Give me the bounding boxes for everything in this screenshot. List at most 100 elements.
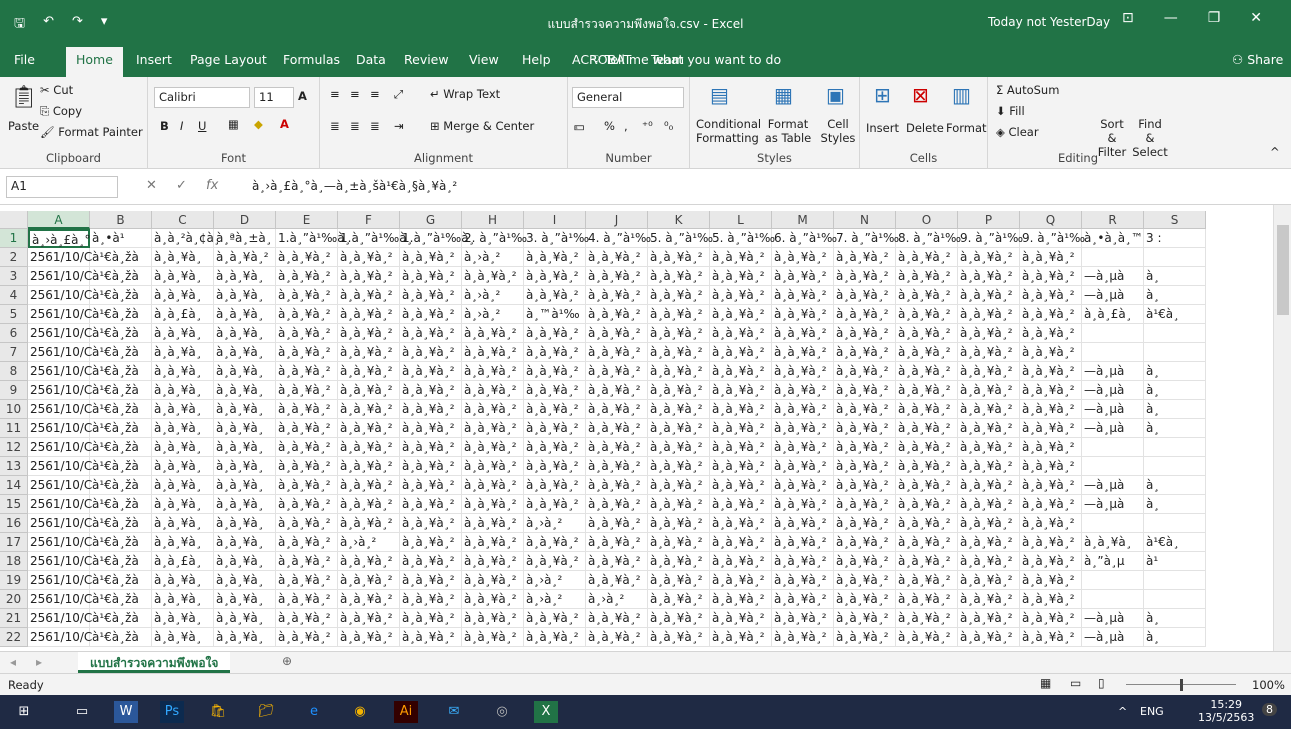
cell[interactable]: à¸à¸¥à¸² <box>462 381 524 400</box>
cell[interactable]: à¸à¸¥à¸² <box>958 514 1020 533</box>
cell[interactable]: 1.à¸”à¹‰à¸ <box>276 229 351 248</box>
cell[interactable]: à¹€à¸ <box>1144 305 1206 324</box>
tab-home[interactable]: Home <box>66 47 123 77</box>
cell[interactable]: à¸à¸¥à¸² <box>462 628 524 647</box>
cell[interactable]: à¸à¸¥à¸² <box>1020 476 1082 495</box>
cell[interactable]: à¹€à¸žà <box>90 590 152 609</box>
cell[interactable]: à¸à¸¥à¸² <box>400 267 462 286</box>
cell[interactable]: à¸à¸¥à¸² <box>772 419 834 438</box>
cell[interactable]: à¸à¸¥à¸² <box>276 514 338 533</box>
cell[interactable]: à¸à¸¥à¸² <box>276 457 338 476</box>
cell[interactable]: à¸à¸¥à¸² <box>400 552 462 571</box>
cell[interactable]: à¸à¸¥à¸² <box>1020 248 1082 267</box>
cell[interactable]: à¸à¸¥à¸² <box>276 628 338 647</box>
tab-insert[interactable]: Insert <box>136 52 172 67</box>
cell[interactable]: à¸à¸¥à¸² <box>524 628 586 647</box>
cell[interactable]: à¸à¸¥à¸² <box>772 628 834 647</box>
cell[interactable]: à¸à¸¥à¸² <box>338 457 400 476</box>
cell[interactable]: à¸ <box>1144 400 1206 419</box>
cell[interactable]: à¸›à¸² <box>524 571 586 590</box>
cell[interactable]: à¸à¸¥à¸² <box>834 305 896 324</box>
cell[interactable]: à¸à¸¥à¸² <box>834 552 896 571</box>
cell[interactable]: 2561/10/C <box>28 476 92 495</box>
cell[interactable]: à¸à¸¥à¸² <box>276 343 338 362</box>
cell[interactable]: à¸à¸¥à¸² <box>1020 343 1082 362</box>
minimize-icon[interactable]: — <box>1164 10 1178 26</box>
task-view-icon[interactable]: ▭ <box>70 701 94 723</box>
row-header[interactable]: 3 <box>0 267 28 286</box>
borders-icon[interactable]: ▦ <box>228 117 239 131</box>
cell[interactable]: à¸à¸¥à¸² <box>462 324 524 343</box>
cell[interactable]: à¸à¸¥à¸² <box>710 457 772 476</box>
cell[interactable]: à¸à¸¥à¸² <box>400 457 462 476</box>
row-header[interactable]: 4 <box>0 286 28 305</box>
cell[interactable]: à¸à¸¥à¸² <box>896 533 958 552</box>
cell[interactable]: à¸à¸¥à¸ <box>152 476 214 495</box>
cell[interactable]: 2561/10/C <box>28 343 92 362</box>
cell[interactable]: à¸à¸¥à¸² <box>772 305 834 324</box>
cell[interactable]: à¸à¸¥à¸² <box>338 495 400 514</box>
row-header[interactable]: 2 <box>0 248 28 267</box>
cell[interactable]: à¸à¸¥à¸² <box>896 324 958 343</box>
cell[interactable]: à¸à¸¥à¸² <box>710 419 772 438</box>
zoom-level[interactable]: 100% <box>1252 678 1285 692</box>
cell-styles-button[interactable]: Cell Styles <box>818 117 858 145</box>
row-header[interactable]: 22 <box>0 628 28 647</box>
column-header-b[interactable]: B <box>90 211 152 229</box>
cell[interactable]: à¸•à¸à¸™ <box>1082 229 1144 248</box>
page-layout-icon[interactable]: ▭ <box>1070 676 1081 690</box>
cell[interactable]: à¸à¸¥à¸ <box>152 400 214 419</box>
column-header-m[interactable]: M <box>772 211 834 229</box>
cell[interactable] <box>1144 248 1206 267</box>
cell[interactable]: —à¸µà <box>1082 628 1144 647</box>
cell[interactable]: —à¸µà <box>1082 609 1144 628</box>
row-header[interactable]: 1 <box>0 229 28 248</box>
cell[interactable]: à¸à¸¥à¸² <box>834 400 896 419</box>
cell[interactable]: à¸à¸¥à¸ <box>214 514 276 533</box>
cell[interactable]: à¸à¸¥à¸² <box>834 590 896 609</box>
cell[interactable]: à¸à¸¥à¸² <box>276 552 338 571</box>
cell[interactable]: à¸à¸¥à¸² <box>896 419 958 438</box>
column-header-g[interactable]: G <box>400 211 462 229</box>
cell[interactable]: à¸à¸¥à¸² <box>338 267 400 286</box>
cell[interactable]: à¸ <box>1144 495 1206 514</box>
cell[interactable]: à¸à¸¥à¸² <box>958 419 1020 438</box>
cell[interactable]: à¸à¸¥à¸² <box>462 267 524 286</box>
cell[interactable] <box>1144 343 1206 362</box>
font-size-select[interactable]: 11 <box>254 87 294 108</box>
cell[interactable]: 4. à¸”à¹‰ <box>586 229 651 248</box>
cell[interactable]: à¸à¸¥à¸ <box>152 628 214 647</box>
cell[interactable]: à¸à¸¥à¸² <box>772 514 834 533</box>
cell[interactable]: à¸™à¹‰ <box>524 305 586 324</box>
select-all-corner[interactable] <box>0 211 28 229</box>
cell[interactable]: à¸›à¸² <box>462 305 524 324</box>
cell[interactable]: à¸ªà¸±à¸ <box>214 229 276 248</box>
cell[interactable]: à¸à¸¥à¸² <box>710 628 772 647</box>
cell[interactable]: à¸›à¸² <box>524 590 586 609</box>
cell[interactable]: à¹€à¸žà <box>90 248 152 267</box>
cell[interactable]: à¸à¸¥à¸² <box>1020 381 1082 400</box>
cell[interactable]: à¸à¸¥à¸² <box>958 457 1020 476</box>
cell[interactable]: à¸à¸¥à¸² <box>586 628 648 647</box>
cell[interactable]: à¸à¸¥à¸² <box>772 533 834 552</box>
cell[interactable]: à¸à¸¥à¸² <box>834 381 896 400</box>
cell[interactable]: à¸à¸¥à¸² <box>276 286 338 305</box>
cell[interactable]: à¸à¸¥à¸² <box>524 457 586 476</box>
cell[interactable]: à¸à¸¥à¸² <box>648 571 710 590</box>
cell[interactable]: à¸à¸¥à¸² <box>276 381 338 400</box>
cell[interactable]: à¸à¸¥à¸² <box>648 267 710 286</box>
cell[interactable]: à¹€à¸žà <box>90 438 152 457</box>
cell[interactable]: à¸à¸¥à¸² <box>648 362 710 381</box>
cell[interactable]: à¸à¸¥à¸² <box>958 552 1020 571</box>
cell[interactable]: à¸à¸¥à¸² <box>400 286 462 305</box>
cell[interactable]: à¸ <box>1144 362 1206 381</box>
cell[interactable]: 2561/10/C <box>28 305 92 324</box>
cell[interactable]: 2561/10/C <box>28 457 92 476</box>
cell[interactable]: à¸à¸¥à¸² <box>648 514 710 533</box>
cell[interactable]: à¸›à¸² <box>524 514 586 533</box>
cell[interactable]: à¸à¸¥à¸ <box>214 495 276 514</box>
wrap-text-button[interactable]: ↵ Wrap Text <box>430 87 500 101</box>
column-header-o[interactable]: O <box>896 211 958 229</box>
cell[interactable]: à¸ <box>1144 267 1206 286</box>
ribbon-display-icon[interactable]: ⊡ <box>1122 10 1134 26</box>
